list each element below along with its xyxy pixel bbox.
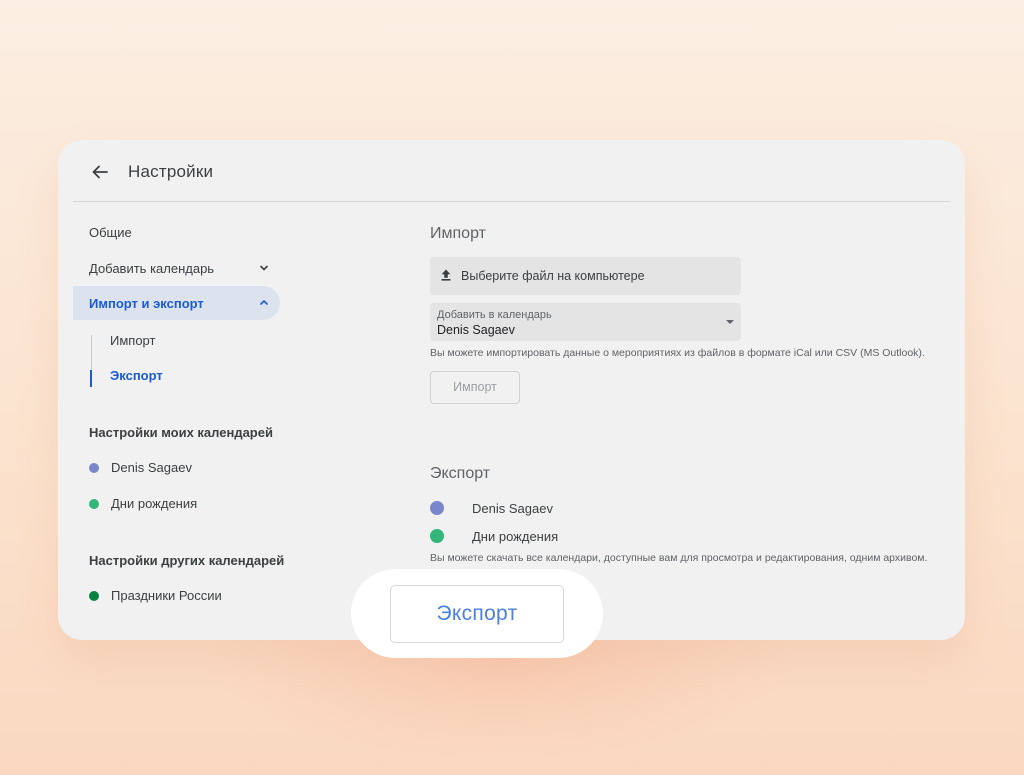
export-heading: Экспорт <box>430 465 491 482</box>
calendar-color-dot <box>89 499 99 509</box>
dropdown-arrow-icon <box>726 320 734 324</box>
calendar-color-dot <box>430 529 444 543</box>
submenu-line <box>91 335 92 371</box>
sidebar-item-label: Добавить календарь <box>89 261 215 276</box>
calendar-color-dot <box>89 591 99 601</box>
sidebar-subitem-export[interactable]: Экспорт <box>110 368 163 383</box>
calendar-name: Denis Sagaev <box>111 460 192 475</box>
sidebar-subitem-import[interactable]: Импорт <box>110 333 155 348</box>
calendar-name: Denis Sagaev <box>472 501 553 516</box>
sidebar-item-general[interactable]: Общие <box>73 215 280 249</box>
sidebar-item-add-calendar[interactable]: Добавить календарь <box>73 251 280 285</box>
submenu-active-indicator <box>90 370 92 387</box>
export-button-label: Экспорт <box>436 602 518 625</box>
add-to-calendar-select[interactable]: Добавить в календарь Denis Sagaev <box>430 303 741 341</box>
calendar-name: Праздники России <box>111 588 222 603</box>
calendar-name: Дни рождения <box>472 529 559 544</box>
calendar-color-dot <box>430 501 444 515</box>
sidebar-calendar-item[interactable]: Дни рождения <box>89 496 197 511</box>
export-highlight: Экспорт <box>351 569 603 658</box>
settings-panel: Настройки Общие Добавить календарь Импор… <box>58 140 965 640</box>
choose-file-label: Выберите файл на компьютере <box>461 269 645 283</box>
settings-content: Импорт Выберите файл на компьютере Добав… <box>430 140 950 640</box>
calendar-color-dot <box>89 463 99 473</box>
sidebar-item-label: Общие <box>89 225 132 240</box>
sidebar-item-import-export[interactable]: Импорт и экспорт <box>73 286 280 320</box>
chevron-up-icon <box>259 299 269 306</box>
select-value: Denis Sagaev <box>437 323 515 337</box>
my-calendars-heading: Настройки моих календарей <box>89 425 273 440</box>
sidebar-calendar-item[interactable]: Праздники России <box>89 588 222 603</box>
export-help-text: Вы можете скачать все календари, доступн… <box>430 552 928 564</box>
chevron-down-icon <box>259 265 269 271</box>
sidebar-calendar-item[interactable]: Denis Sagaev <box>89 460 192 475</box>
import-heading: Импорт <box>430 225 486 242</box>
page-title: Настройки <box>128 162 214 181</box>
choose-file-button[interactable]: Выберите файл на компьютере <box>430 257 741 295</box>
sidebar-item-label: Импорт и экспорт <box>89 296 204 311</box>
other-calendars-heading: Настройки других календарей <box>89 553 285 568</box>
back-arrow-icon[interactable] <box>91 163 109 181</box>
upload-icon <box>441 269 451 281</box>
import-help-text: Вы можете импортировать данные о меропри… <box>430 347 925 359</box>
import-button-label: Импорт <box>453 380 497 394</box>
select-caption: Добавить в календарь <box>437 309 552 321</box>
calendar-name: Дни рождения <box>111 496 198 511</box>
import-button[interactable]: Импорт <box>430 371 520 404</box>
export-button[interactable]: Экспорт <box>390 585 564 643</box>
